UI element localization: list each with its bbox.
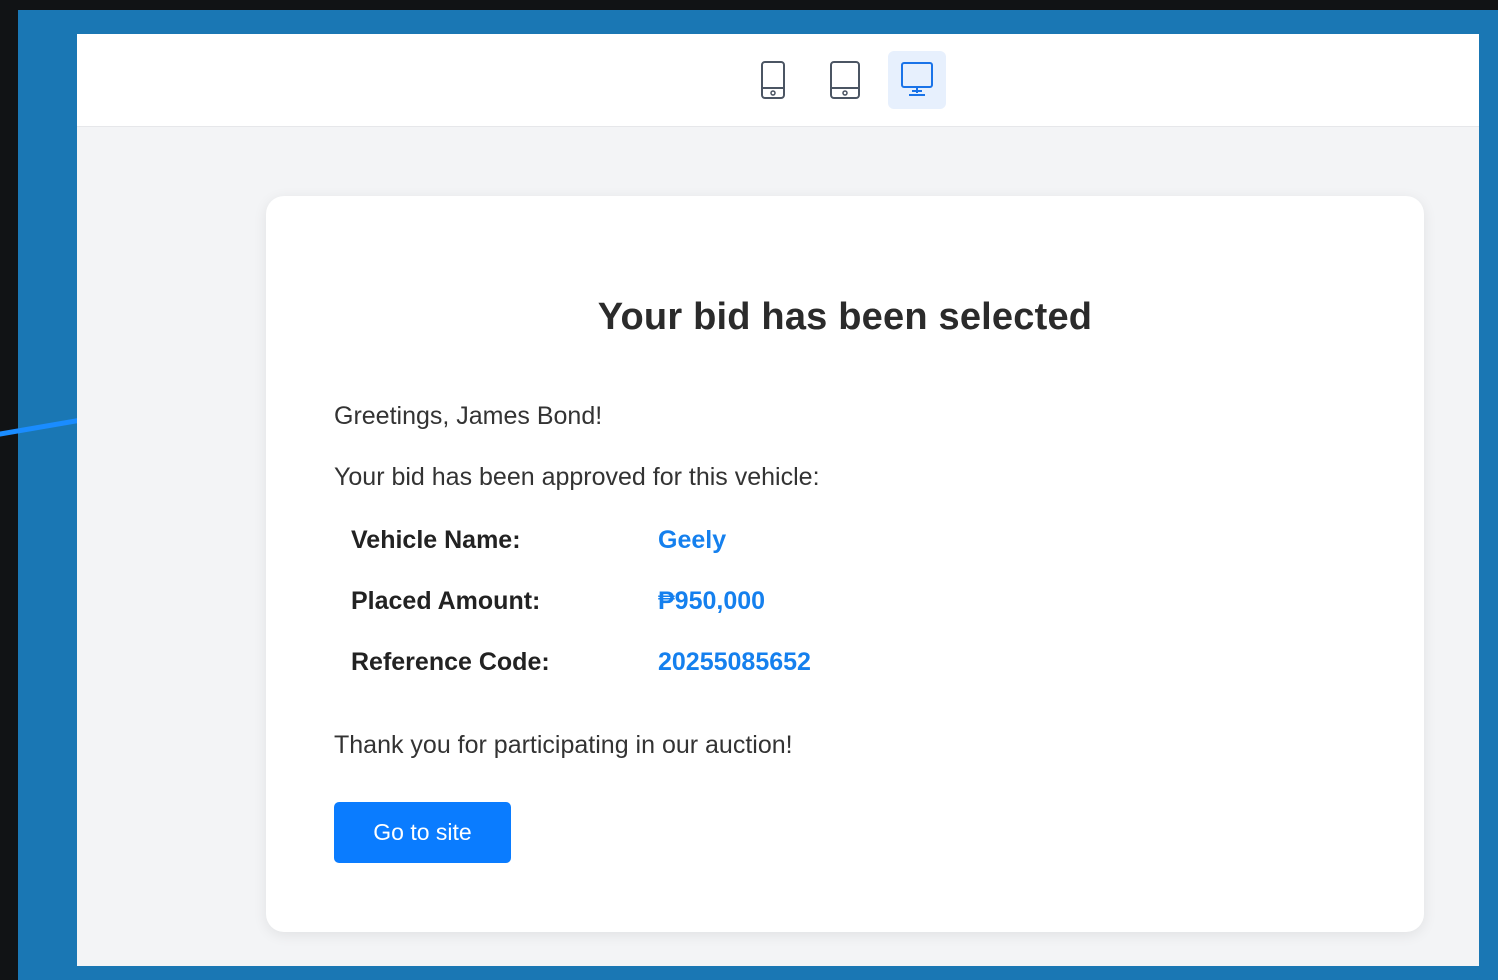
closing-text: Thank you for participating in our aucti… [334,731,793,759]
greeting-text: Greetings, James Bond! [334,402,603,430]
device-toolbar [77,34,1479,127]
email-title: Your bid has been selected [597,296,1093,338]
mobile-icon [761,61,785,99]
mobile-view-button[interactable] [744,51,802,109]
detail-row-vehicle-name: Vehicle Name: Geely [351,526,911,587]
email-card: Your bid has been selected Greetings, Ja… [266,196,1424,932]
desktop-view-button[interactable] [888,51,946,109]
placed-amount-value: ₱950,000 [658,587,766,615]
go-to-site-button[interactable]: Go to site [334,802,511,863]
detail-row-placed-amount: Placed Amount: ₱950,000 [351,587,911,648]
tablet-view-button[interactable] [816,51,874,109]
vehicle-name-value: Geely [658,526,727,554]
reference-code-value: 20255085652 [658,648,811,676]
detail-label: Reference Code: [351,648,550,676]
desktop-icon [901,62,933,96]
detail-label: Placed Amount: [351,587,541,615]
detail-label: Vehicle Name: [351,526,521,554]
tablet-icon [830,61,860,99]
vehicle-details: Vehicle Name: Geely Placed Amount: ₱950,… [351,526,911,709]
intro-text: Your bid has been approved for this vehi… [334,463,820,491]
email-preview-window: Your bid has been selected Greetings, Ja… [77,34,1479,966]
detail-row-reference-code: Reference Code: 20255085652 [351,648,911,709]
